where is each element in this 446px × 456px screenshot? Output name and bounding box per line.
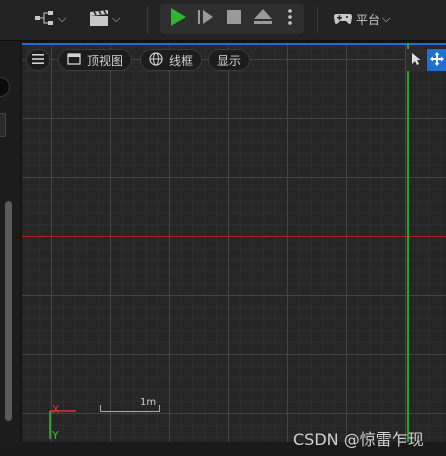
more-icon — [287, 8, 293, 30]
active-viewport-highlight — [22, 43, 446, 45]
platform-label: 平台 — [356, 12, 381, 27]
y-axis-line — [407, 43, 409, 442]
chevron-down-icon: ⌵ — [58, 12, 67, 25]
step-icon — [197, 8, 215, 30]
toolbar-divider — [317, 6, 318, 34]
view-mode-button[interactable]: 线框 — [140, 49, 203, 71]
view-mode-label: 线框 — [169, 53, 194, 68]
show-flags-button[interactable]: 显示 — [208, 49, 251, 71]
scale-label: 1m — [140, 397, 157, 408]
more-options-button[interactable] — [276, 4, 304, 34]
play-icon — [169, 7, 187, 31]
window-icon — [67, 52, 87, 68]
view-type-label: 顶视图 — [87, 53, 124, 68]
view-type-button[interactable]: 顶视图 — [58, 49, 133, 71]
watermark: CSDN @惊雷乍现 — [293, 430, 424, 449]
stop-icon — [226, 9, 242, 29]
menu-icon — [32, 53, 44, 67]
panel-knob[interactable] — [0, 77, 10, 97]
viewport-menu-button[interactable] — [26, 49, 50, 71]
globe-icon — [149, 51, 169, 69]
stop-button[interactable] — [220, 4, 248, 34]
platform-button[interactable]: 平台 ⌵ — [333, 6, 390, 32]
clapper-icon — [88, 9, 110, 30]
blueprint-button[interactable]: ⌵ — [34, 6, 66, 32]
axis-y-label: Y — [52, 429, 59, 442]
select-mode-button[interactable] — [406, 49, 426, 71]
chevron-down-icon: ⌵ — [112, 12, 121, 25]
panel-widget[interactable] — [0, 113, 6, 137]
show-label: 显示 — [217, 53, 242, 68]
eject-button[interactable] — [249, 4, 277, 34]
gamepad-icon — [333, 10, 353, 29]
x-axis-line — [22, 236, 446, 237]
main-toolbar: ⌵ ⌵ 平台 ⌵ — [0, 0, 446, 41]
toolbar-divider — [147, 6, 148, 34]
scrollbar[interactable] — [5, 201, 12, 421]
advance-frame-button[interactable] — [192, 4, 220, 34]
play-button[interactable] — [164, 4, 192, 34]
move-icon — [430, 51, 444, 70]
eject-icon — [253, 8, 273, 30]
play-controls — [160, 4, 304, 34]
cinematics-button[interactable]: ⌵ — [88, 6, 120, 32]
translate-mode-button[interactable] — [427, 49, 446, 71]
hierarchy-icon — [34, 10, 56, 29]
cursor-icon — [411, 51, 421, 70]
viewport[interactable]: 顶视图 线框 显示 X Y 1m — [22, 43, 446, 442]
axis-x-label: X — [52, 403, 60, 416]
chevron-down-icon: ⌵ — [382, 12, 391, 25]
left-panel — [0, 41, 20, 443]
